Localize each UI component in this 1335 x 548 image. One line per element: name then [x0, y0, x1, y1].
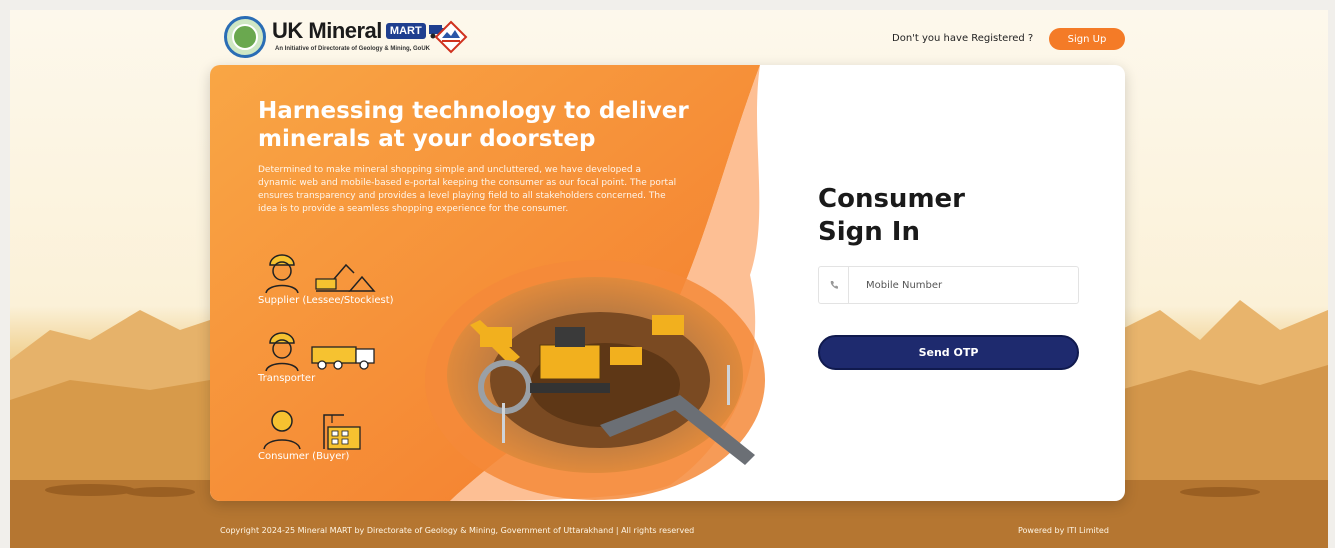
government-emblem-logo	[224, 16, 266, 58]
sign-up-button[interactable]: Sign Up	[1049, 28, 1125, 50]
brand-tagline: An Initiative of Directorate of Geology …	[275, 46, 431, 52]
hero-description: Determined to make mineral shopping simp…	[258, 165, 677, 214]
dump-truck-icon	[311, 346, 375, 370]
brand-name: UK Mineral	[272, 18, 382, 43]
role-label-supplier: Supplier (Lessee/Stockiest)	[258, 295, 394, 306]
worker-icon	[265, 254, 376, 294]
signin-title-line1: Consumer	[818, 184, 965, 214]
mobile-number-field[interactable]	[818, 266, 1079, 304]
signin-title: Consumer Sign In	[818, 183, 965, 249]
page-background: UK Mineral MART An Initiative of Directo…	[10, 10, 1328, 548]
site-header: UK Mineral MART An Initiative of Directo…	[10, 10, 1328, 66]
footer-powered-by: Powered by ITI Limited	[1018, 526, 1109, 535]
role-label-transporter: Transporter	[258, 373, 316, 384]
phone-icon	[819, 267, 849, 303]
worker-icon	[265, 332, 375, 372]
signin-card: Harnessing technology to deliver mineral…	[210, 65, 1125, 501]
mobile-number-input[interactable]	[849, 268, 1078, 302]
signin-title-line2: Sign In	[818, 217, 920, 247]
brand-badge: MART	[385, 23, 426, 39]
role-label-consumer: Consumer (Buyer)	[258, 451, 350, 462]
building-crane-icon	[323, 414, 361, 450]
register-prompt: Don't you have Registered ?	[892, 33, 1034, 44]
brand-logo[interactable]: UK Mineral MART	[272, 18, 452, 44]
excavator-icon	[315, 263, 376, 292]
person-icon	[263, 410, 361, 450]
hero-headline: Harnessing technology to deliver mineral…	[258, 98, 689, 152]
footer-copyright: Copyright 2024-25 Mineral MART by Direct…	[220, 526, 695, 535]
send-otp-button[interactable]: Send OTP	[818, 335, 1079, 370]
state-emblem-logo	[434, 20, 468, 54]
